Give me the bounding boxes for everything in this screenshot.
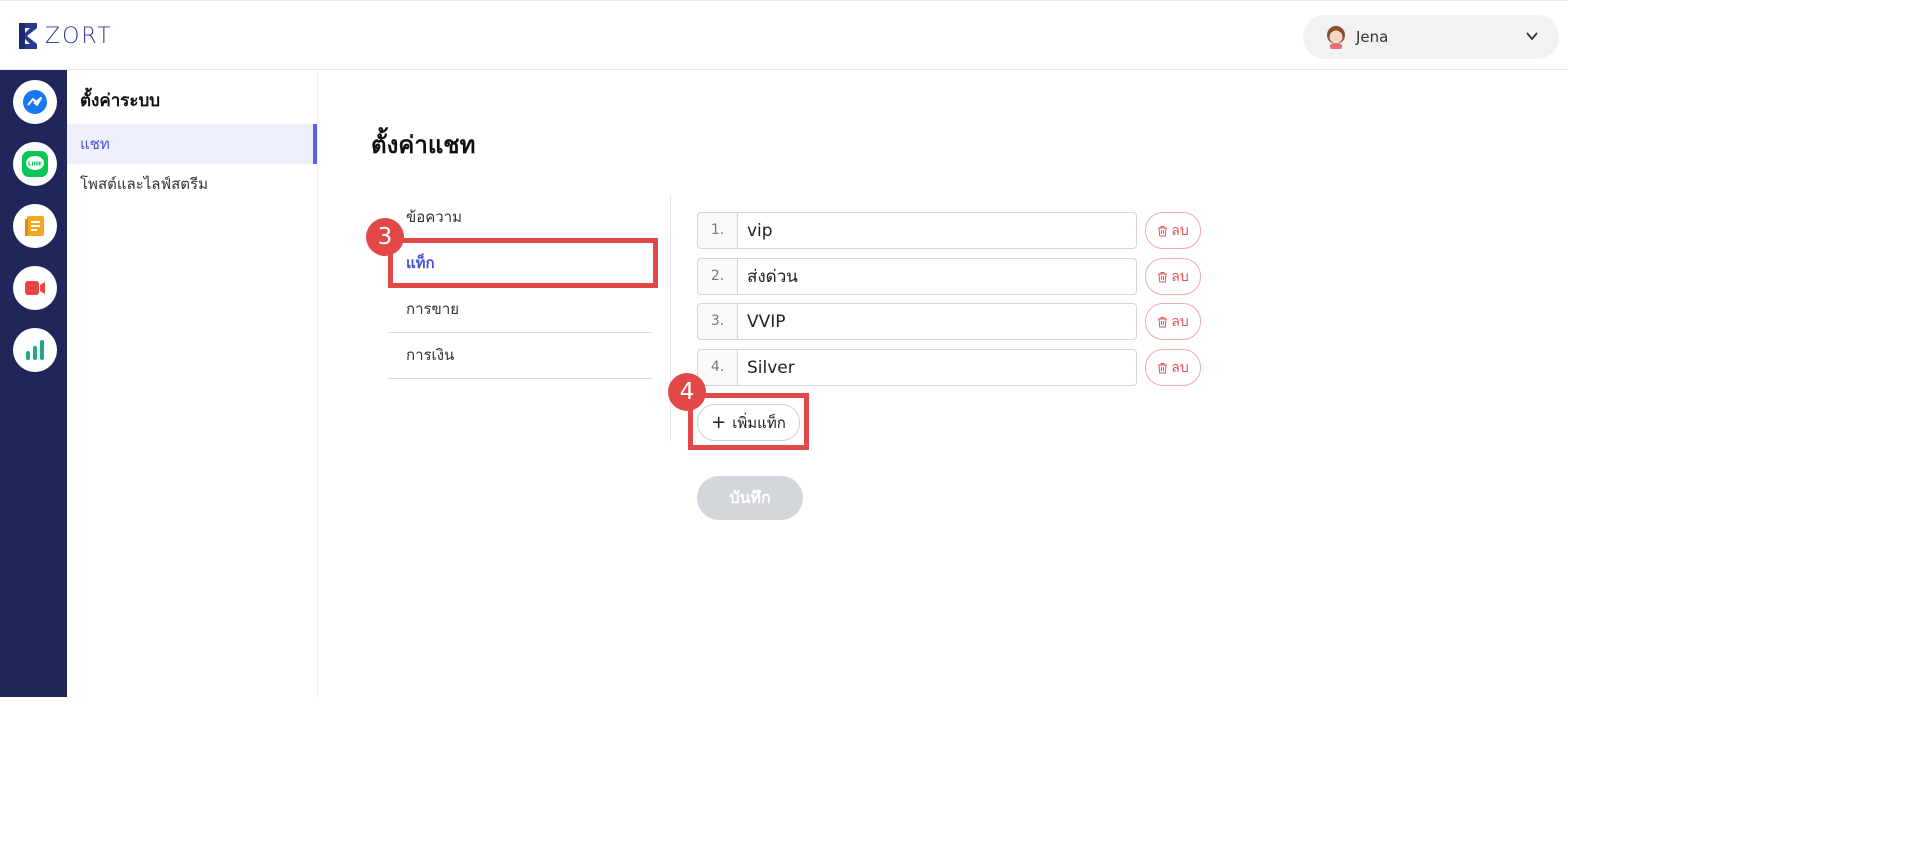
line-icon: LINE [22,151,48,177]
trash-icon [1158,271,1168,282]
tag-row: 2. ลบ [697,258,1201,295]
save-button[interactable]: บันทึก [697,476,803,520]
highlight-tag-tab [388,238,658,288]
highlight-add-tag [688,393,809,450]
sidebar-title: ตั้งค่าระบบ [80,91,161,111]
report-chart-icon [26,340,44,360]
delete-label: ลบ [1171,313,1189,330]
user-name: Jena [1356,28,1389,46]
delete-label: ลบ [1171,268,1189,285]
chevron-down-icon [1526,32,1538,41]
settings-sidebar: ตั้งค่าระบบ แชท โพสต์และไลฟ์สตรีม [67,70,318,697]
rail-line-button[interactable]: LINE [13,142,57,186]
sidebar-item-posts-live[interactable]: โพสต์และไลฟ์สตรีม [67,164,317,204]
live-video-icon [25,281,45,295]
tag-input[interactable] [737,212,1137,249]
tag-number: 1. [697,212,737,249]
tag-input[interactable] [737,258,1137,295]
delete-tag-button[interactable]: ลบ [1145,303,1201,340]
tag-row: 4. ลบ [697,349,1201,386]
step-badge-4: 4 [668,373,706,411]
messenger-icon [23,90,47,114]
tag-row: 1. ลบ [697,212,1201,249]
top-bar: ZORT Jena [0,0,1568,70]
user-menu[interactable]: Jena [1303,15,1559,59]
delete-label: ลบ [1171,359,1189,376]
tag-row: 3. ลบ [697,303,1201,340]
zort-logo[interactable]: ZORT [17,21,113,51]
tag-number: 2. [697,258,737,295]
settings-tabs: ข้อความ แท็ก การขาย การเงิน [388,195,671,441]
tab-sales[interactable]: การขาย [388,287,652,333]
rail-orders-button[interactable] [13,204,57,248]
delete-tag-button[interactable]: ลบ [1145,258,1201,295]
zort-logo-icon [19,23,37,49]
delete-tag-button[interactable]: ลบ [1145,212,1201,249]
rail-live-button[interactable] [13,266,57,310]
delete-label: ลบ [1171,222,1189,239]
page-title: ตั้งค่าแชท [371,131,476,159]
delete-tag-button[interactable]: ลบ [1145,349,1201,386]
tag-input[interactable] [737,303,1137,340]
orders-icon [25,216,44,236]
tab-messages[interactable]: ข้อความ [388,195,652,241]
tag-input[interactable] [737,349,1137,386]
avatar [1327,26,1345,49]
tag-number: 4. [697,349,737,386]
sidebar-item-chat[interactable]: แชท [67,124,317,164]
trash-icon [1158,225,1168,236]
trash-icon [1158,362,1168,373]
svg-text:LINE: LINE [28,162,42,168]
tab-finance[interactable]: การเงิน [388,333,652,379]
rail-messenger-button[interactable] [13,80,57,124]
rail-report-button[interactable] [13,328,57,372]
app-rail: LINE [0,70,67,697]
step-badge-3: 3 [366,218,404,256]
logo-text: ZORT [45,23,113,49]
tag-number: 3. [697,303,737,340]
trash-icon [1158,316,1168,327]
